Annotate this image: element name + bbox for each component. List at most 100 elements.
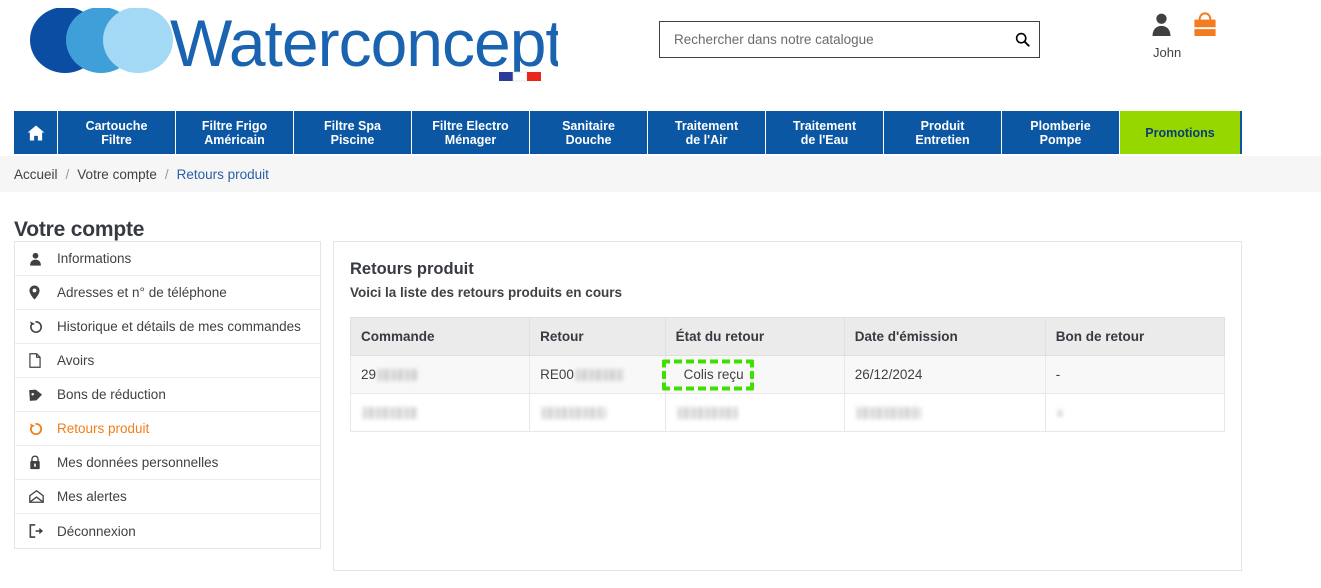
cell-retour — [529, 393, 666, 432]
account-area: John — [1150, 12, 1260, 60]
search-button[interactable] — [1005, 22, 1039, 57]
column-header-commande: Commande — [349, 317, 531, 356]
nav-label-line1: Filtre Frigo — [201, 118, 268, 133]
user-icon — [1152, 13, 1171, 36]
cart-link[interactable] — [1192, 12, 1218, 42]
sidebar-item-mes-donnees-personnelles[interactable]: Mes données personnelles — [15, 446, 320, 480]
breadcrumb-item-accueil[interactable]: Accueil — [14, 167, 58, 182]
nav-item-produit-entretien[interactable]: Produit Entretien — [884, 111, 1002, 154]
user-name-label: John — [1153, 45, 1182, 60]
sidebar-item-deconnexion[interactable]: Déconnexion — [15, 514, 320, 548]
sidebar-item-historique[interactable]: Historique et détails de mes commandes — [15, 310, 320, 344]
nav-item-plomberie-pompe[interactable]: Plomberie Pompe — [1002, 111, 1120, 154]
home-icon — [27, 125, 44, 140]
nav-label-line2: Pompe — [1039, 132, 1082, 147]
nav-label-line1: Filtre Electro — [432, 118, 509, 133]
nav-item-cartouche-filtre[interactable]: Cartouche Filtre — [58, 111, 176, 154]
svg-text:Waterconcept: Waterconcept — [170, 8, 558, 80]
returns-table: Commande Retour État du retour Date d'ém… — [349, 317, 1226, 432]
sidebar-item-avoirs[interactable]: Avoirs — [15, 344, 320, 378]
table-head: Commande Retour État du retour Date d'ém… — [349, 317, 1226, 356]
nav-label-line2: de l'Air — [685, 132, 728, 147]
breadcrumb-separator: / — [65, 166, 70, 182]
nav-label-line1: Traitement — [792, 118, 857, 133]
table-header-row: Commande Retour État du retour Date d'ém… — [349, 317, 1226, 356]
breadcrumb-item-retours-produit[interactable]: Retours produit — [177, 167, 269, 182]
redacted-block — [542, 407, 607, 420]
cell-date-demission — [843, 393, 1046, 432]
nav-item-filtre-spa-piscine[interactable]: Filtre Spa Piscine — [294, 111, 412, 154]
cell-etat-du-retour: Colis reçu — [661, 355, 845, 394]
nav-item-filtre-electro-menager[interactable]: Filtre Electro Ménager — [412, 111, 530, 154]
panel-subtitle: Voici la liste des retours produits en c… — [350, 285, 623, 300]
cell-commande: 29 — [349, 355, 531, 394]
nav-label-line1: Traitement — [674, 118, 739, 133]
user-icon — [29, 252, 51, 266]
account-layout: Informations Adresses et n° de téléphone… — [14, 241, 1242, 571]
nav-label-line2: Américain — [204, 132, 265, 147]
document-icon — [29, 353, 51, 368]
shopping-bag-icon — [1194, 12, 1216, 36]
account-sidebar: Informations Adresses et n° de téléphone… — [14, 241, 321, 549]
column-header-etat-du-retour: État du retour — [664, 317, 845, 356]
sidebar-item-label: Informations — [57, 251, 132, 266]
sidebar-item-label: Déconnexion — [57, 523, 136, 539]
redacted-block — [575, 369, 624, 382]
table-row[interactable] — [349, 393, 1226, 432]
nav-label-line2: Piscine — [330, 132, 375, 147]
nav-item-traitement-de-leau[interactable]: Traitement de l'Eau — [766, 111, 884, 154]
sidebar-item-label: Mes alertes — [57, 489, 127, 504]
sidebar-item-label: Bons de réduction — [57, 387, 166, 402]
table-body: 29 RE00 Colis reçu 26/12/2024 - — [349, 355, 1226, 432]
nav-label-line2: Douche — [565, 132, 612, 147]
sidebar-item-informations[interactable]: Informations — [15, 242, 320, 276]
nav-label-line1: Filtre Spa — [324, 118, 381, 133]
cell-bon-de-retour: - — [1044, 355, 1226, 394]
nav-label-line1: Produit — [920, 118, 965, 133]
tag-icon — [29, 388, 51, 402]
redacted-block — [363, 407, 418, 420]
nav-item-filtre-frigo-americain[interactable]: Filtre Frigo Américain — [176, 111, 294, 154]
returns-panel: Retours produit Voici la liste des retou… — [333, 241, 1242, 571]
main-navigation: Cartouche Filtre Filtre Frigo Américain … — [14, 111, 1242, 154]
search-input[interactable] — [660, 22, 1005, 57]
sidebar-item-mes-alertes[interactable]: Mes alertes — [15, 480, 320, 514]
cell-retour: RE00 — [529, 355, 666, 394]
map-pin-icon — [29, 285, 51, 300]
sidebar-item-retours-produit[interactable]: Retours produit — [15, 412, 320, 446]
breadcrumb-item-votre-compte[interactable]: Votre compte — [77, 167, 157, 182]
sidebar-item-adresses[interactable]: Adresses et n° de téléphone — [15, 276, 320, 310]
sidebar-item-bons-de-reduction[interactable]: Bons de réduction — [15, 378, 320, 412]
column-header-date-demission: Date d'émission — [843, 317, 1046, 356]
nav-label-line1: Plomberie — [1030, 118, 1091, 133]
column-header-retour: Retour — [529, 317, 666, 356]
nav-item-promotions[interactable]: Promotions — [1120, 111, 1240, 154]
redacted-block — [378, 369, 419, 382]
redacted-block — [856, 407, 921, 420]
nav-item-traitement-de-lair[interactable]: Traitement de l'Air — [648, 111, 766, 154]
sidebar-item-label: Historique et détails de mes commandes — [57, 319, 301, 334]
breadcrumb: Accueil / Votre compte / Retours produit — [0, 156, 1321, 192]
breadcrumb-separator: / — [164, 166, 169, 182]
panel-title: Retours produit — [350, 260, 474, 278]
sidebar-item-label: Adresses et n° de téléphone — [57, 285, 227, 300]
cell-date-demission: 26/12/2024 — [843, 355, 1046, 394]
nav-label-line1: Sanitaire — [562, 118, 615, 133]
history-icon — [29, 320, 51, 334]
redacted-block — [1057, 409, 1063, 417]
nav-label-line1: Cartouche — [85, 118, 148, 133]
sidebar-item-label: Avoirs — [57, 353, 95, 368]
nav-item-home[interactable] — [14, 111, 58, 154]
cell-etat-du-retour — [664, 393, 845, 432]
user-account-link[interactable] — [1150, 12, 1173, 42]
search-box[interactable] — [659, 21, 1040, 58]
logo-graphic: Waterconcept — [30, 8, 558, 82]
nav-label-line2: Filtre — [101, 132, 132, 147]
page-title: Votre compte — [14, 218, 145, 242]
redacted-block — [677, 407, 738, 420]
site-logo[interactable]: Waterconcept — [18, 8, 558, 86]
sidebar-item-label: Retours produit — [57, 421, 150, 436]
nav-item-sanitaire-douche[interactable]: Sanitaire Douche — [530, 111, 648, 154]
cell-commande — [349, 393, 531, 432]
table-row[interactable]: 29 RE00 Colis reçu 26/12/2024 - — [349, 355, 1226, 394]
